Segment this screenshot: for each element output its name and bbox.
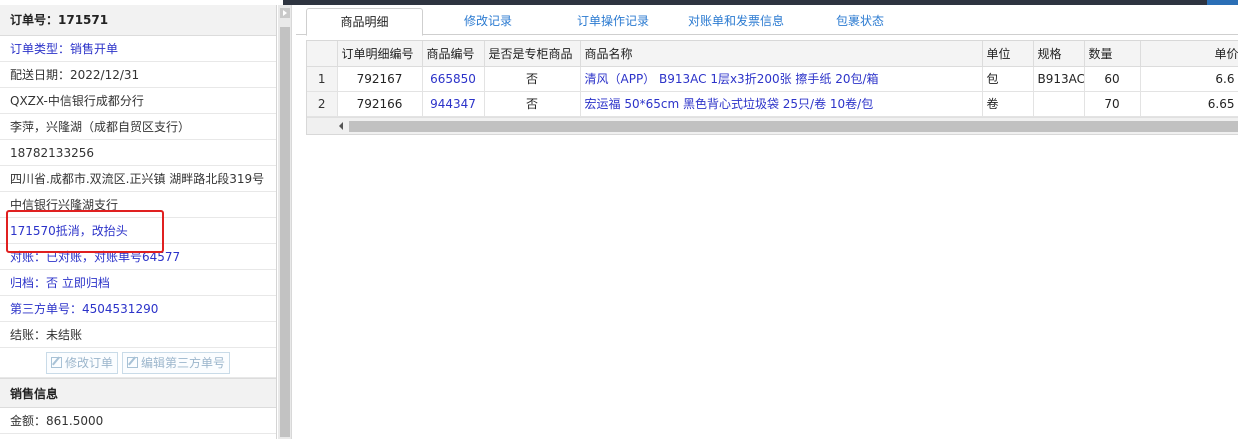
table-cell: 卷 — [982, 91, 1034, 117]
order-info-row[interactable]: 订单类型：销售开单 — [0, 36, 276, 62]
column-header[interactable]: 单价 — [1140, 41, 1238, 67]
product-name-link[interactable]: 宏运福 50*65cm 黑色背心式垃圾袋 25只/卷 10卷/包 — [580, 91, 983, 117]
order-info-row: 配送日期：2022/12/31 — [0, 62, 276, 88]
table-cell — [1033, 91, 1085, 117]
vertical-scrollbar[interactable] — [278, 5, 292, 439]
sales-info-header: 销售信息 — [0, 378, 276, 408]
column-header[interactable]: 规格 — [1033, 41, 1085, 67]
order-info-row: 结账：未结账 — [0, 322, 276, 348]
scrollbar-thumb[interactable] — [280, 27, 290, 437]
table-cell: 1 — [307, 66, 338, 92]
column-header[interactable]: 商品名称 — [580, 41, 983, 67]
table-cell: 6.6 — [1140, 66, 1238, 92]
product-name-link[interactable]: 清风（APP） B913AC 1层x3折200张 擦手纸 20包/箱 — [580, 66, 983, 92]
tab-order-operations[interactable]: 订单操作记录 — [558, 8, 668, 36]
table-cell: B913AC — [1033, 66, 1085, 92]
highlight-box — [6, 210, 164, 253]
column-header[interactable] — [307, 41, 338, 67]
horizontal-scrollbar[interactable] — [307, 116, 1238, 134]
order-info-row[interactable]: 第三方单号：4504531290 — [0, 296, 276, 322]
order-info-row: 四川省.成都市.双流区.正兴镇 湖畔路北段319号 — [0, 166, 276, 192]
edit-third-party-label: 编辑第三方单号 — [141, 355, 226, 370]
scroll-left-arrow-icon[interactable] — [339, 121, 343, 130]
order-info-row: QXZX-中信银行成都分行 — [0, 88, 276, 114]
edit-order-label: 修改订单 — [64, 355, 113, 370]
order-actions: 修改订单 编辑第三方单号 — [0, 348, 276, 378]
order-info-list: 订单类型：销售开单 配送日期：2022/12/31 QXZX-中信银行成都分行 李萍，… — [0, 36, 276, 348]
table-row[interactable]: 1 792167 665850 否清风（APP） B913AC 1层x3折200张 擦… — [307, 66, 1238, 92]
column-header[interactable]: 商品编号 — [422, 41, 485, 67]
horizontal-scrollbar-thumb[interactable] — [349, 120, 1238, 132]
table-cell: 否 — [484, 66, 581, 92]
table-cell: 70 — [1084, 91, 1141, 117]
product-grid: 订单明细编号 商品编号 是否是专柜商品 商品名称 单位 规格 数量 单价 1 792167 665… — [306, 40, 1238, 135]
table-cell: 792167 — [337, 66, 423, 92]
tab-edit-history[interactable]: 修改记录 — [438, 8, 538, 36]
order-info-row[interactable]: 归档：否 立即归档 — [0, 270, 276, 296]
table-cell: 6.65 — [1140, 91, 1238, 117]
table-cell: 否 — [484, 91, 581, 117]
table-cell: 包 — [982, 66, 1034, 92]
edit-icon — [127, 357, 138, 368]
tab-package-status[interactable]: 包裹状态 — [814, 8, 906, 36]
column-header[interactable]: 单位 — [982, 41, 1034, 67]
product-code-link[interactable]: 944347 — [422, 91, 485, 117]
product-code-link[interactable]: 665850 — [422, 66, 485, 92]
sales-amount: 金额：861.5000 — [0, 408, 276, 434]
tab-bar: 商品明细 修改记录 订单操作记录 对账单和发票信息 包裹状态 — [296, 5, 1238, 36]
column-header[interactable]: 订单明细编号 — [337, 41, 423, 67]
order-number-header: 订单号：171571 — [0, 5, 276, 36]
edit-order-button[interactable]: 修改订单 — [45, 351, 118, 374]
order-info-row: 18782133256 — [0, 140, 276, 166]
table-cell: 792166 — [337, 91, 423, 117]
edit-icon — [50, 357, 62, 368]
detail-panel: 商品明细 修改记录 订单操作记录 对账单和发票信息 包裹状态 订单明细编号 商品编… — [296, 5, 1238, 439]
order-info-row: 李萍，兴隆湖（成都自贸区支行） — [0, 114, 276, 140]
tab-reconciliation-invoice[interactable]: 对账单和发票信息 — [676, 8, 796, 36]
order-panel: 订单号：171571 订单类型：销售开单 配送日期：2022/12/31 QXZX-… — [0, 5, 277, 439]
table-row[interactable]: 2 792166 944347 否宏运福 50*65cm 黑色背心式垃圾袋 25只/卷… — [307, 91, 1238, 117]
grid-header-row: 订单明细编号 商品编号 是否是专柜商品 商品名称 单位 规格 数量 单价 — [307, 41, 1238, 67]
column-header[interactable]: 是否是专柜商品 — [484, 41, 581, 67]
column-header[interactable]: 数量 — [1084, 41, 1141, 67]
grid-body: 1 792167 665850 否清风（APP） B913AC 1层x3折200张 擦… — [307, 66, 1238, 117]
tab-product-details[interactable]: 商品明细 — [306, 8, 423, 36]
collapse-arrow-icon[interactable] — [280, 8, 290, 18]
table-cell: 2 — [307, 91, 338, 117]
table-cell: 60 — [1084, 66, 1141, 92]
edit-third-party-number-button[interactable]: 编辑第三方单号 — [122, 351, 231, 374]
